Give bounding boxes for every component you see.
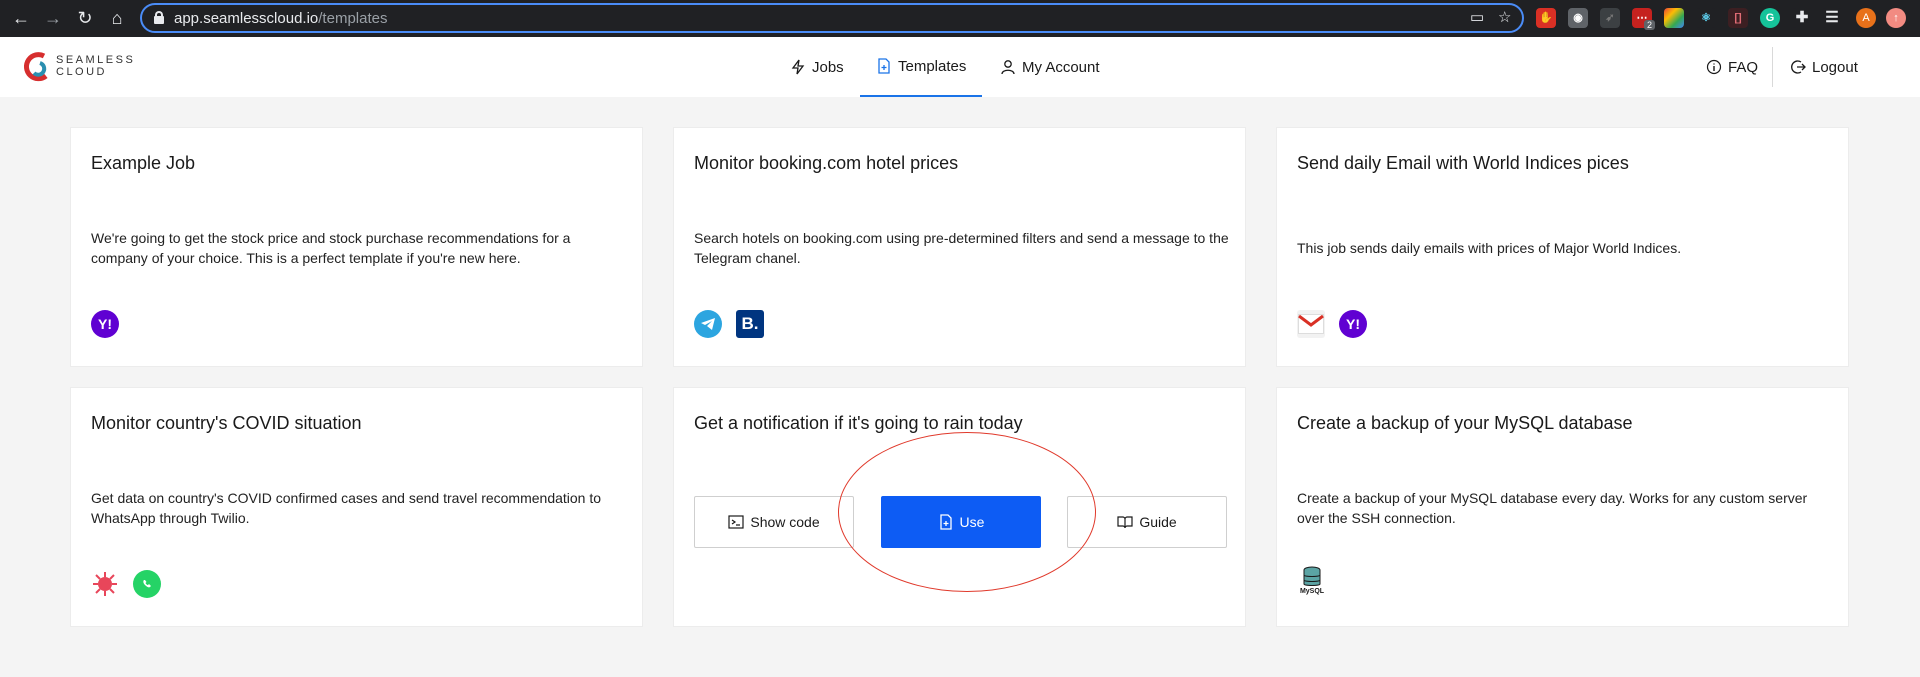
lightning-icon bbox=[791, 59, 805, 75]
logout-link[interactable]: Logout bbox=[1790, 37, 1858, 97]
template-card[interactable]: Monitor booking.com hotel prices Search … bbox=[673, 127, 1246, 367]
book-icon bbox=[1117, 516, 1133, 529]
logo-wordmark: SEAMLESS CLOUD bbox=[56, 54, 136, 78]
card-description: This job sends daily emails with prices … bbox=[1297, 240, 1682, 256]
template-card[interactable]: Send daily Email with World Indices pice… bbox=[1276, 127, 1849, 367]
profile-avatar[interactable]: A bbox=[1856, 8, 1876, 28]
whatsapp-icon bbox=[133, 570, 161, 598]
address-bar[interactable]: app.seamlesscloud.io/templates ▭ ☆ bbox=[140, 3, 1524, 33]
template-card[interactable]: Create a backup of your MySQL database C… bbox=[1276, 387, 1849, 627]
card-description: Get data on country's COVID confirmed ca… bbox=[91, 490, 602, 526]
telegram-icon bbox=[694, 310, 722, 338]
back-icon[interactable]: ← bbox=[10, 7, 32, 29]
yahoo-icon: Y! bbox=[1339, 310, 1367, 338]
extensions-puzzle-icon[interactable]: ✚ bbox=[1792, 8, 1812, 28]
template-card[interactable]: Get a notification if it's going to rain… bbox=[673, 387, 1246, 627]
faq-link[interactable]: FAQ bbox=[1706, 37, 1758, 97]
header-divider bbox=[1772, 47, 1773, 87]
template-card[interactable]: Monitor country's COVID situation Get da… bbox=[70, 387, 643, 627]
seamless-cloud-logo[interactable]: SEAMLESS CLOUD bbox=[22, 49, 142, 87]
yahoo-icon: Y! bbox=[91, 310, 119, 338]
extension-color-icon[interactable] bbox=[1664, 8, 1684, 28]
guide-button[interactable]: Guide bbox=[1067, 496, 1227, 548]
terminal-icon bbox=[728, 515, 744, 529]
extension-grammarly-icon[interactable]: G bbox=[1760, 8, 1780, 28]
lock-icon bbox=[154, 11, 164, 24]
card-description: Search hotels on booking.com using pre-d… bbox=[694, 230, 1229, 266]
card-title: Send daily Email with World Indices pice… bbox=[1297, 153, 1629, 173]
card-title: Monitor booking.com hotel prices bbox=[694, 153, 959, 173]
url-text: app.seamlesscloud.io/templates bbox=[174, 10, 388, 27]
use-button[interactable]: Use bbox=[881, 496, 1041, 548]
card-title: Example Job bbox=[91, 153, 196, 173]
extension-bracket-icon[interactable]: [] bbox=[1728, 8, 1748, 28]
extension-camera-icon[interactable]: ◉ bbox=[1568, 8, 1588, 28]
bookmark-star-icon[interactable]: ☆ bbox=[1498, 8, 1511, 26]
update-menu-icon[interactable]: ↑ bbox=[1886, 8, 1906, 28]
extension-badge: 2 bbox=[1644, 20, 1656, 30]
card-title: Monitor country's COVID situation bbox=[91, 413, 362, 433]
extension-rocket-icon[interactable]: ➶ bbox=[1600, 8, 1620, 28]
user-icon bbox=[1001, 60, 1015, 75]
nav-templates[interactable]: Templates bbox=[860, 37, 983, 97]
show-code-button[interactable]: Show code bbox=[694, 496, 854, 548]
template-card[interactable]: Example Job We're going to get the stock… bbox=[70, 127, 643, 367]
info-icon bbox=[1706, 59, 1722, 75]
document-plus-icon bbox=[939, 514, 952, 530]
document-plus-icon bbox=[878, 58, 890, 74]
reading-list-icon[interactable]: ☰ bbox=[1822, 8, 1842, 28]
nav-my-account[interactable]: My Account bbox=[1000, 37, 1100, 97]
extension-stop-icon[interactable]: ✋ bbox=[1536, 8, 1556, 28]
nav-jobs[interactable]: Jobs bbox=[790, 37, 844, 97]
logo-mark-icon bbox=[24, 52, 48, 82]
home-icon[interactable]: ⌂ bbox=[106, 7, 128, 29]
card-description: We're going to get the stock price and s… bbox=[91, 230, 571, 266]
card-title: Get a notification if it's going to rain… bbox=[694, 413, 1023, 433]
mysql-icon: MySQL bbox=[1297, 566, 1327, 600]
card-title: Create a backup of your MySQL database bbox=[1297, 413, 1633, 433]
app-header: SEAMLESS CLOUD Jobs Templates My Account… bbox=[0, 37, 1920, 97]
cast-icon[interactable]: ▭ bbox=[1470, 8, 1484, 26]
logout-icon bbox=[1791, 60, 1806, 74]
card-description: Create a backup of your MySQL database e… bbox=[1297, 490, 1808, 526]
booking-icon: B. bbox=[736, 310, 764, 338]
forward-icon[interactable]: → bbox=[42, 7, 64, 29]
browser-toolbar: ← → ↻ ⌂ app.seamlesscloud.io/templates ▭… bbox=[0, 0, 1920, 37]
virus-icon bbox=[91, 570, 119, 598]
extension-react-icon[interactable]: ⚛ bbox=[1696, 8, 1716, 28]
reload-icon[interactable]: ↻ bbox=[74, 7, 96, 29]
gmail-icon bbox=[1297, 310, 1325, 338]
